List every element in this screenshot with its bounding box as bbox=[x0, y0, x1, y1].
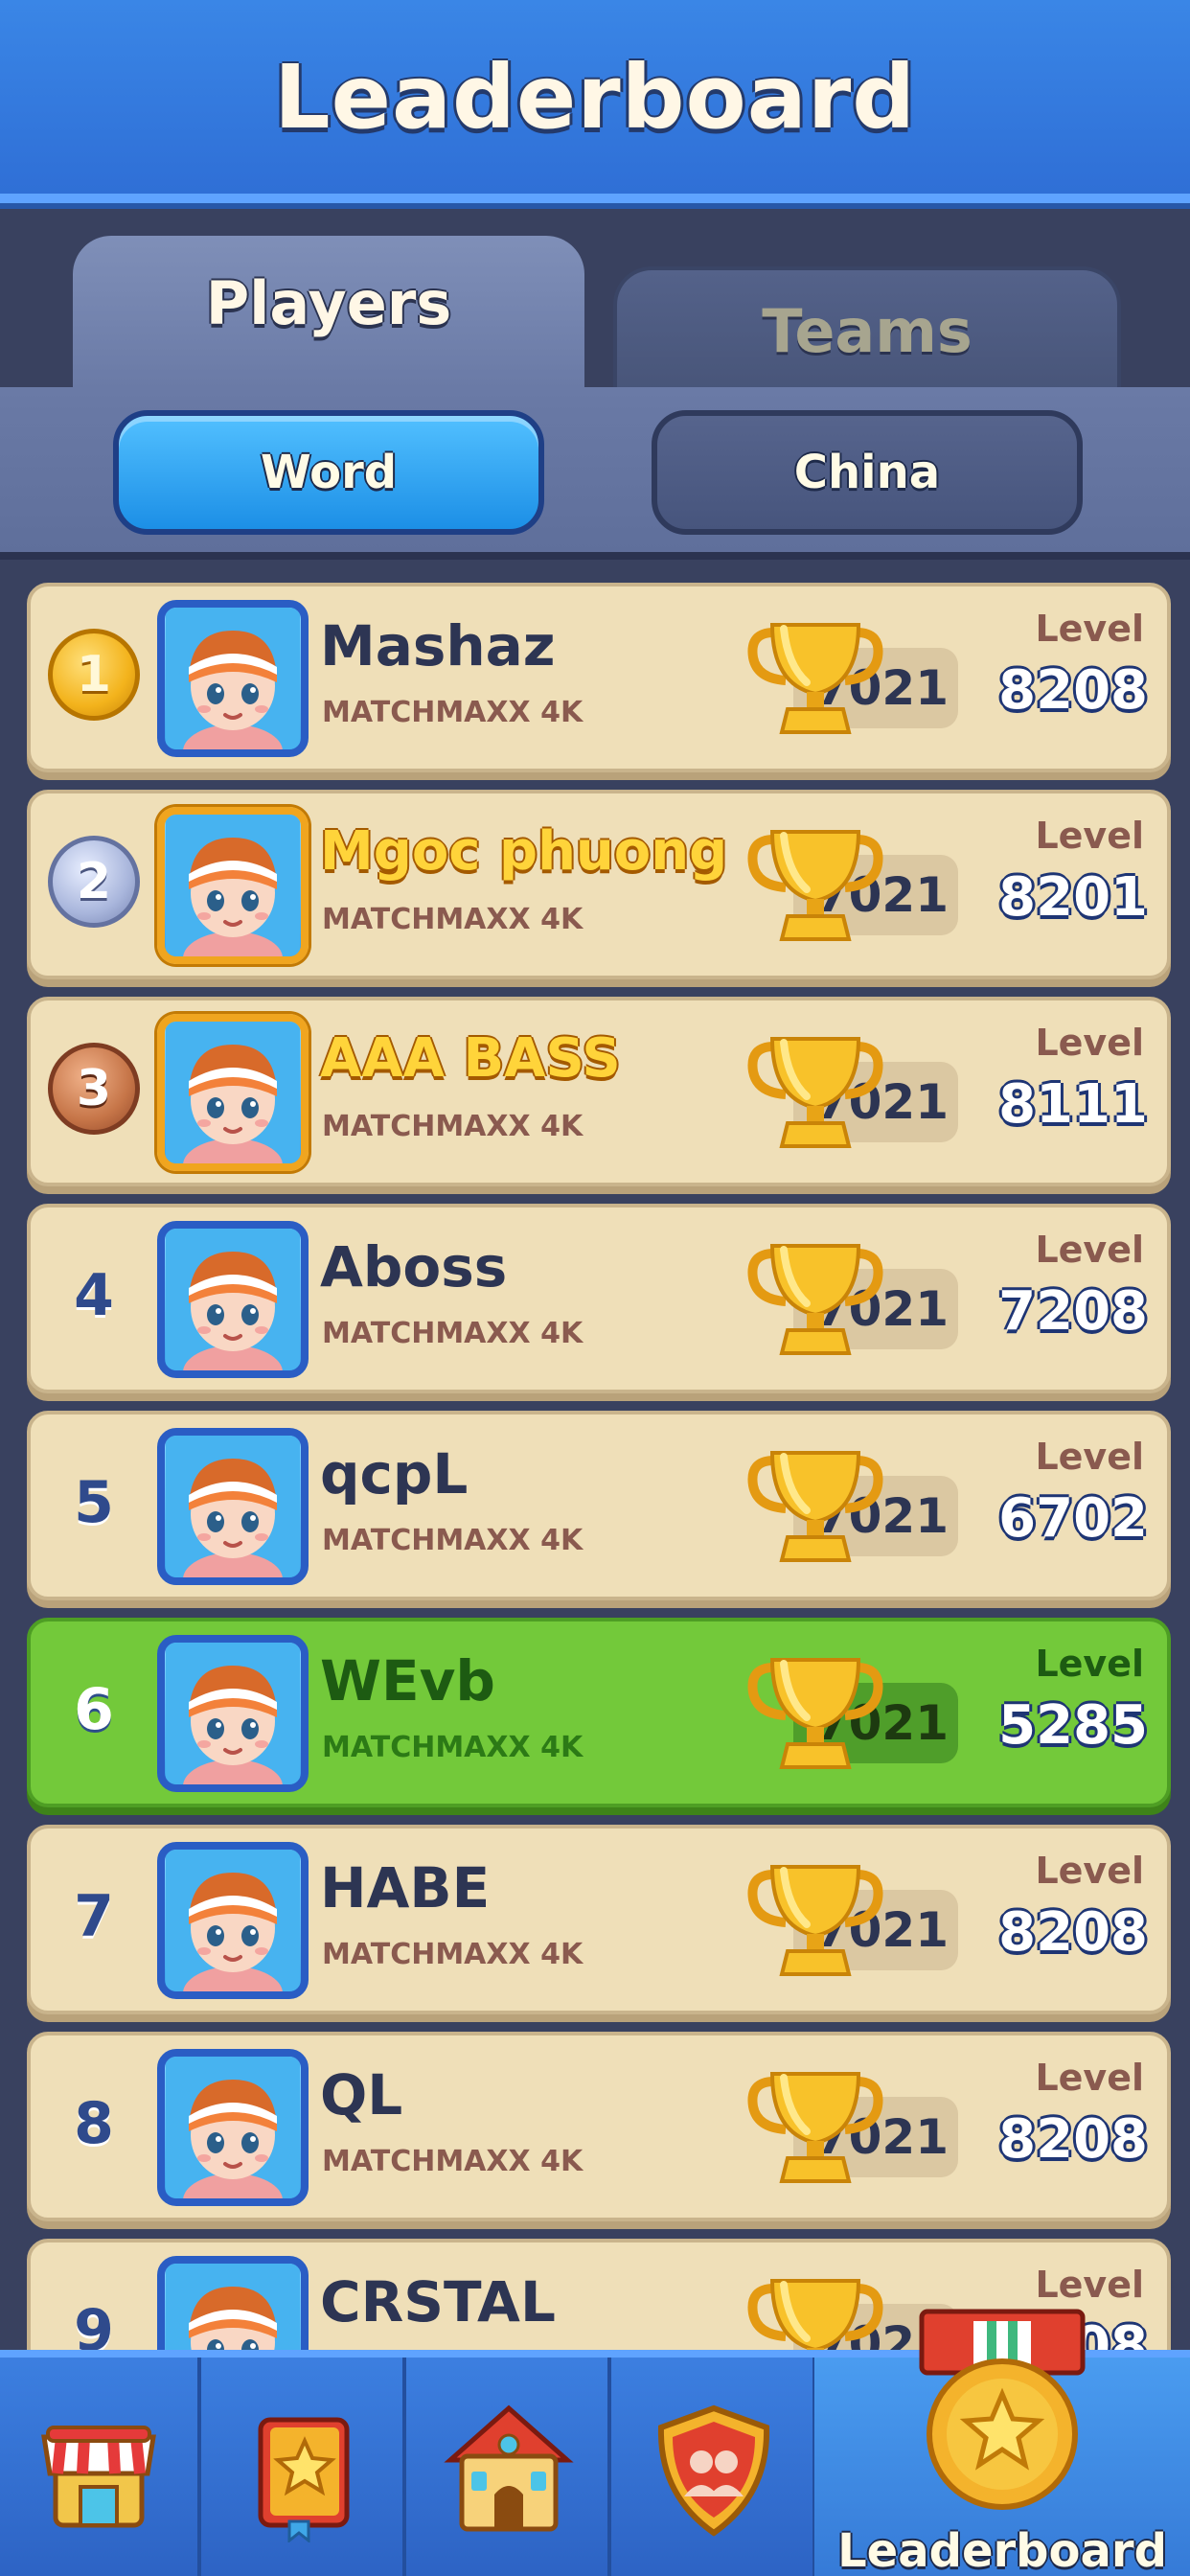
trophy-icon bbox=[747, 1865, 883, 1976]
team-name: MATCHMAXX 4K bbox=[322, 1110, 584, 1143]
shop-icon bbox=[41, 2426, 156, 2528]
level-value: 7208 bbox=[998, 1280, 1148, 1343]
leaderboard-row[interactable]: 2 Mgoc phuong MATCHMAXX 4K 7021 Level 82… bbox=[27, 790, 1171, 979]
nav-home[interactable] bbox=[410, 2358, 611, 2576]
avatar[interactable] bbox=[157, 600, 309, 757]
trophy-icon bbox=[747, 1244, 883, 1355]
page-title: Leaderboard bbox=[273, 45, 917, 149]
trophy-medal-icon bbox=[919, 2309, 1086, 2510]
player-name: WEvb bbox=[320, 1648, 495, 1714]
team-name: MATCHMAXX 4K bbox=[322, 1317, 584, 1350]
player-avatar-image bbox=[166, 1850, 300, 1991]
team-name: MATCHMAXX 4K bbox=[322, 1524, 584, 1557]
level-value: 8208 bbox=[998, 2108, 1148, 2171]
rank-medal-icon: 2 bbox=[48, 836, 140, 928]
filter-china-button[interactable]: China bbox=[652, 410, 1083, 535]
player-name: qcpL bbox=[320, 1441, 469, 1506]
player-avatar-image bbox=[166, 1229, 300, 1370]
level-value: 8201 bbox=[998, 866, 1148, 929]
trophy-icon bbox=[747, 1037, 883, 1148]
team-shield-icon bbox=[657, 2404, 770, 2537]
leaderboard-row[interactable]: 3 AAA BASS MATCHMAXX 4K 7021 Level 8111 bbox=[27, 997, 1171, 1186]
trophy-icon bbox=[747, 830, 883, 941]
tab-players[interactable]: Players bbox=[73, 236, 584, 389]
rank-number: 4 bbox=[74, 1262, 114, 1329]
level-value: 8208 bbox=[998, 1901, 1148, 1964]
rank-number: 6 bbox=[74, 1676, 114, 1743]
trophy-icon bbox=[747, 623, 883, 734]
rank-number: 8 bbox=[74, 2090, 114, 2157]
team-name: MATCHMAXX 4K bbox=[322, 1938, 584, 1971]
leaderboard-row[interactable]: 4 Aboss MATCHMAXX 4K 7021 Level 7208 bbox=[27, 1204, 1171, 1393]
level-value: 6702 bbox=[998, 1487, 1148, 1550]
level-value: 8111 bbox=[998, 1073, 1148, 1136]
rank-medal-icon: 1 bbox=[48, 629, 140, 721]
leaderboard-row[interactable]: 8 QL MATCHMAXX 4K 7021 Level 8208 bbox=[27, 2032, 1171, 2221]
avatar[interactable] bbox=[157, 1635, 309, 1792]
level-label: Level bbox=[1035, 1436, 1144, 1478]
level-label: Level bbox=[1035, 1229, 1144, 1271]
level-label: Level bbox=[1035, 1022, 1144, 1064]
player-avatar-image bbox=[166, 1643, 300, 1784]
nav-leaderboard-label: Leaderboard bbox=[837, 2524, 1167, 2576]
avatar[interactable] bbox=[157, 2049, 309, 2206]
header: Leaderboard bbox=[0, 0, 1190, 203]
leaderboard-row[interactable]: 1 Mashaz MATCHMAXX 4K 7021 Level 8208 bbox=[27, 583, 1171, 772]
nav-team[interactable] bbox=[615, 2358, 816, 2576]
avatar[interactable] bbox=[157, 1428, 309, 1585]
leaderboard-row[interactable]: 7 HABE MATCHMAXX 4K 7021 Level 8208 bbox=[27, 1825, 1171, 2014]
player-avatar-image bbox=[166, 1022, 300, 1163]
trophy-icon bbox=[747, 2072, 883, 2183]
leaderboard-list[interactable]: 1 Mashaz MATCHMAXX 4K 7021 Level 8208 2 … bbox=[0, 567, 1190, 2350]
player-name: HABE bbox=[320, 1855, 491, 1920]
level-value: 5285 bbox=[998, 1694, 1148, 1757]
player-avatar-image bbox=[166, 815, 300, 956]
team-name: MATCHMAXX 4K bbox=[322, 2145, 584, 2178]
rank-number: 9 bbox=[74, 2297, 114, 2350]
level-label: Level bbox=[1035, 1850, 1144, 1892]
player-avatar-image bbox=[166, 2057, 300, 2198]
trophy-icon bbox=[747, 2279, 883, 2350]
player-name: AAA BASS bbox=[320, 1027, 621, 1090]
avatar[interactable] bbox=[157, 1842, 309, 1999]
filter-word-button[interactable]: Word bbox=[113, 410, 544, 535]
leaderboard-row[interactable]: 5 qcpL MATCHMAXX 4K 7021 Level 6702 bbox=[27, 1411, 1171, 1600]
player-name: Mashaz bbox=[320, 613, 556, 678]
player-name: Mgoc phuong bbox=[320, 820, 728, 883]
team-name: MATCHMAXX 4K bbox=[322, 1731, 584, 1764]
book-star-icon bbox=[258, 2417, 350, 2542]
level-label: Level bbox=[1035, 608, 1144, 650]
avatar[interactable] bbox=[157, 807, 309, 964]
player-avatar-image bbox=[166, 608, 300, 749]
trophy-icon bbox=[747, 1451, 883, 1562]
trophy-icon bbox=[747, 1658, 883, 1769]
rank-medal-icon: 3 bbox=[48, 1043, 140, 1135]
avatar[interactable] bbox=[157, 1014, 309, 1171]
level-label: Level bbox=[1035, 1643, 1144, 1685]
level-label: Level bbox=[1035, 2264, 1144, 2306]
player-name: CRSTAL bbox=[320, 2269, 556, 2334]
home-castle-icon bbox=[444, 2404, 574, 2532]
tab-teams[interactable]: Teams bbox=[613, 266, 1121, 391]
nav-collection[interactable] bbox=[205, 2358, 406, 2576]
nav-leaderboard[interactable]: Leaderboard bbox=[814, 2309, 1190, 2576]
player-name: QL bbox=[320, 2062, 403, 2128]
team-name: MATCHMAXX 4K bbox=[322, 696, 584, 729]
team-name: MATCHMAXX 4K bbox=[322, 903, 584, 936]
leaderboard-row[interactable]: 6 WEvb MATCHMAXX 4K 7021 Level 5285 bbox=[27, 1618, 1171, 1807]
level-value: 8208 bbox=[998, 659, 1148, 722]
player-avatar-image bbox=[166, 1436, 300, 1577]
avatar[interactable] bbox=[157, 1221, 309, 1378]
bottom-nav: Leaderboard bbox=[0, 2309, 1190, 2576]
level-label: Level bbox=[1035, 815, 1144, 857]
rank-number: 5 bbox=[74, 1469, 114, 1536]
player-avatar-image bbox=[166, 2264, 300, 2350]
level-label: Level bbox=[1035, 2057, 1144, 2099]
nav-shop[interactable] bbox=[0, 2358, 201, 2576]
player-name: Aboss bbox=[320, 1234, 508, 1300]
rank-number: 7 bbox=[74, 1883, 114, 1950]
avatar[interactable] bbox=[157, 2256, 309, 2350]
